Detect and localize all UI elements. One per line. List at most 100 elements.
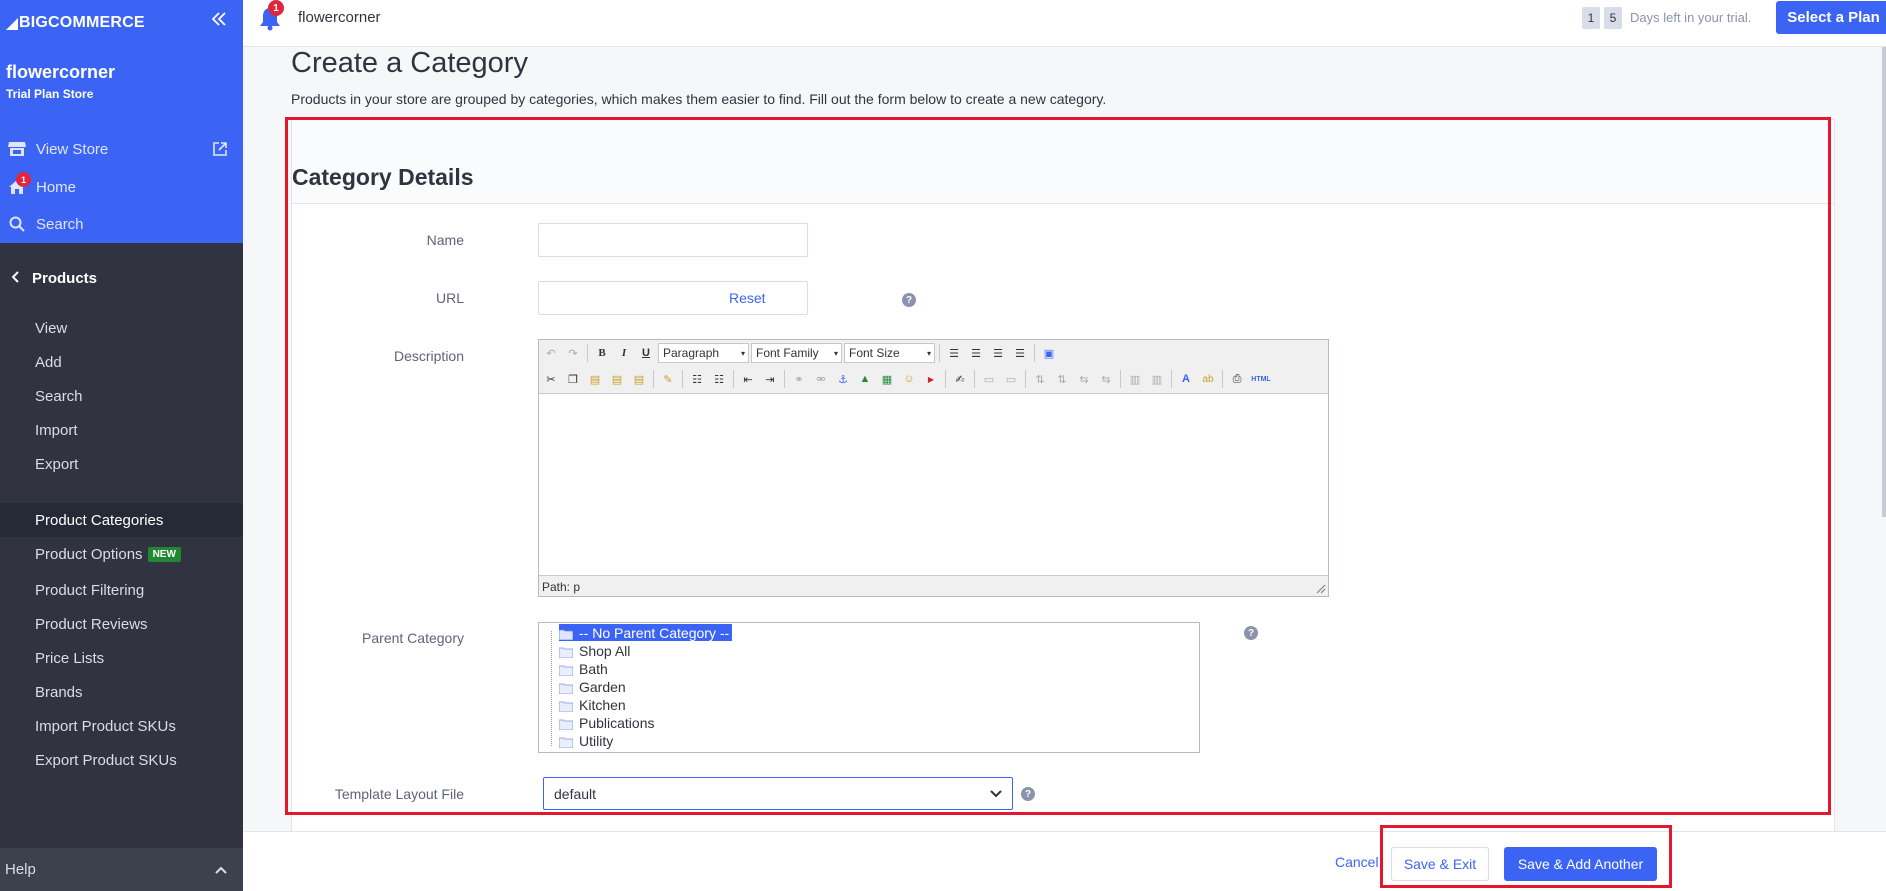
fullscreen-icon[interactable]: ▣ — [1039, 343, 1059, 363]
delete-row-icon[interactable]: ⇅ — [1052, 369, 1072, 389]
delete-col-icon[interactable]: ⇆ — [1096, 369, 1116, 389]
logo-text: BIGCOMMERCE — [19, 14, 145, 31]
numbered-list-icon[interactable]: ☷ — [709, 369, 729, 389]
copy-icon[interactable]: ❐ — [563, 369, 583, 389]
table-col-icon[interactable]: ▭ — [1001, 369, 1021, 389]
sidebar-item-view[interactable]: View — [0, 311, 243, 345]
paste-icon[interactable]: ▤ — [585, 369, 605, 389]
paste-word-icon[interactable]: ▤ — [629, 369, 649, 389]
italic-button[interactable]: I — [614, 343, 634, 363]
outdent-icon[interactable]: ⇤ — [738, 369, 758, 389]
sidebar-item-product-reviews[interactable]: Product Reviews — [0, 607, 243, 641]
template-layout-label: Template Layout File — [334, 786, 464, 802]
highlight-color-icon[interactable]: ab — [1198, 369, 1218, 389]
name-input[interactable] — [538, 223, 808, 257]
editor-content-area[interactable] — [539, 393, 1328, 576]
url-input[interactable] — [538, 281, 808, 315]
print-icon[interactable]: ⎙ — [1227, 369, 1247, 389]
select-plan-button[interactable]: Select a Plan — [1776, 1, 1886, 34]
tree-item-publications[interactable]: Publications — [558, 714, 658, 731]
align-left-icon[interactable]: ☰ — [944, 343, 964, 363]
search-label: Search — [36, 215, 84, 233]
editor-toolbar-row-1: ↶ ↷ B I U Paragraph ▾ Font Family ▾ Font S… — [541, 341, 1059, 365]
products-section-back[interactable]: Products — [0, 265, 243, 291]
product-options-label: Product Options — [35, 545, 143, 563]
external-link-icon[interactable] — [212, 141, 228, 157]
merge-cells-icon[interactable]: ▥ — [1125, 369, 1145, 389]
sidebar-item-price-lists[interactable]: Price Lists — [0, 641, 243, 675]
tree-item-label: Publications — [579, 714, 655, 731]
parent-category-help-icon[interactable]: ? — [1244, 626, 1258, 640]
bigcommerce-logo[interactable]: BIGCOMMERCE — [6, 8, 145, 38]
sidebar-item-import-product-skus[interactable]: Import Product SKUs — [0, 709, 243, 743]
sidebar-item-add[interactable]: Add — [0, 345, 243, 379]
table-row-icon[interactable]: ▭ — [979, 369, 999, 389]
sidebar-item-product-categories[interactable]: Product Categories — [0, 503, 243, 537]
tree-item-bath[interactable]: Bath — [558, 660, 611, 677]
search-link[interactable]: Search — [8, 213, 84, 235]
align-right-icon[interactable]: ☰ — [988, 343, 1008, 363]
sidebar-item-brands[interactable]: Brands — [0, 675, 243, 709]
edit-source-icon[interactable]: ✍ — [950, 369, 970, 389]
split-cells-icon[interactable]: ▥ — [1147, 369, 1167, 389]
media-icon[interactable]: ▦ — [877, 369, 897, 389]
tree-item-shop-all[interactable]: Shop All — [558, 642, 633, 659]
link-icon[interactable]: ⚭ — [789, 369, 809, 389]
indent-icon[interactable]: ⇥ — [760, 369, 780, 389]
sidebar-item-product-filtering[interactable]: Product Filtering — [0, 573, 243, 607]
font-size-select[interactable]: Font Size ▾ — [844, 343, 935, 363]
save-and-exit-button[interactable]: Save & Exit — [1391, 847, 1489, 881]
home-link[interactable]: 1 Home — [8, 172, 77, 198]
help-menu[interactable]: Help — [0, 848, 243, 891]
description-label: Description — [393, 348, 464, 364]
bullet-list-icon[interactable]: ☷ — [687, 369, 707, 389]
new-badge: NEW — [147, 546, 181, 562]
reset-url-link[interactable]: Reset — [729, 290, 766, 306]
youtube-icon[interactable]: ▶ — [921, 369, 941, 389]
cancel-button[interactable]: Cancel — [1335, 854, 1379, 870]
category-details-card: Category Details Name URL Reset ? Descri… — [291, 119, 1835, 839]
clean-format-icon[interactable]: ✎ — [658, 369, 678, 389]
undo-icon[interactable]: ↶ — [541, 343, 561, 363]
insert-col-icon[interactable]: ⇆ — [1074, 369, 1094, 389]
image-icon[interactable]: ▲ — [855, 369, 875, 389]
tree-item-kitchen[interactable]: Kitchen — [558, 696, 629, 713]
align-center-icon[interactable]: ☰ — [966, 343, 986, 363]
insert-row-icon[interactable]: ⇅ — [1030, 369, 1050, 389]
url-help-icon[interactable]: ? — [902, 293, 916, 307]
tree-item-utility[interactable]: Utility — [558, 732, 616, 749]
bold-button[interactable]: B — [592, 343, 612, 363]
anchor-icon[interactable]: ⚓ — [833, 369, 853, 389]
tree-item-no-parent[interactable]: -- No Parent Category -- — [558, 624, 733, 641]
unlink-icon[interactable]: ⚮ — [811, 369, 831, 389]
cut-icon[interactable]: ✂ — [541, 369, 561, 389]
toolbar-divider — [682, 370, 683, 388]
toolbar-divider — [1025, 370, 1026, 388]
sidebar-item-export-product-skus[interactable]: Export Product SKUs — [0, 743, 243, 777]
align-justify-icon[interactable]: ☰ — [1010, 343, 1030, 363]
tree-item-garden[interactable]: Garden — [558, 678, 629, 695]
sidebar-item-search[interactable]: Search — [0, 379, 243, 413]
paste-text-icon[interactable]: ▤ — [607, 369, 627, 389]
format-select[interactable]: Paragraph ▾ — [658, 343, 749, 363]
underline-button[interactable]: U — [636, 343, 656, 363]
template-layout-select[interactable]: default — [543, 777, 1013, 810]
home-label: Home — [36, 178, 77, 196]
sidebar-item-import[interactable]: Import — [0, 413, 243, 447]
folder-icon — [558, 699, 574, 713]
text-color-icon[interactable]: A — [1176, 369, 1196, 389]
html-source-button[interactable]: HTML — [1249, 369, 1273, 389]
chevron-down-icon — [990, 789, 1002, 797]
redo-icon[interactable]: ↷ — [563, 343, 583, 363]
resize-grip-icon[interactable] — [1316, 584, 1326, 594]
save-and-add-another-button[interactable]: Save & Add Another — [1504, 847, 1657, 881]
font-family-select[interactable]: Font Family ▾ — [751, 343, 842, 363]
template-layout-help-icon[interactable]: ? — [1021, 787, 1035, 801]
page-scrollbar[interactable] — [1882, 47, 1886, 517]
double-chevron-left-icon — [211, 12, 226, 26]
sidebar-item-product-options[interactable]: Product Options NEW — [0, 537, 243, 571]
collapse-sidebar-button[interactable] — [208, 10, 230, 32]
emoticon-icon[interactable]: ☺ — [899, 369, 919, 389]
view-store-link[interactable]: View Store — [8, 138, 108, 160]
sidebar-item-export[interactable]: Export — [0, 447, 243, 481]
